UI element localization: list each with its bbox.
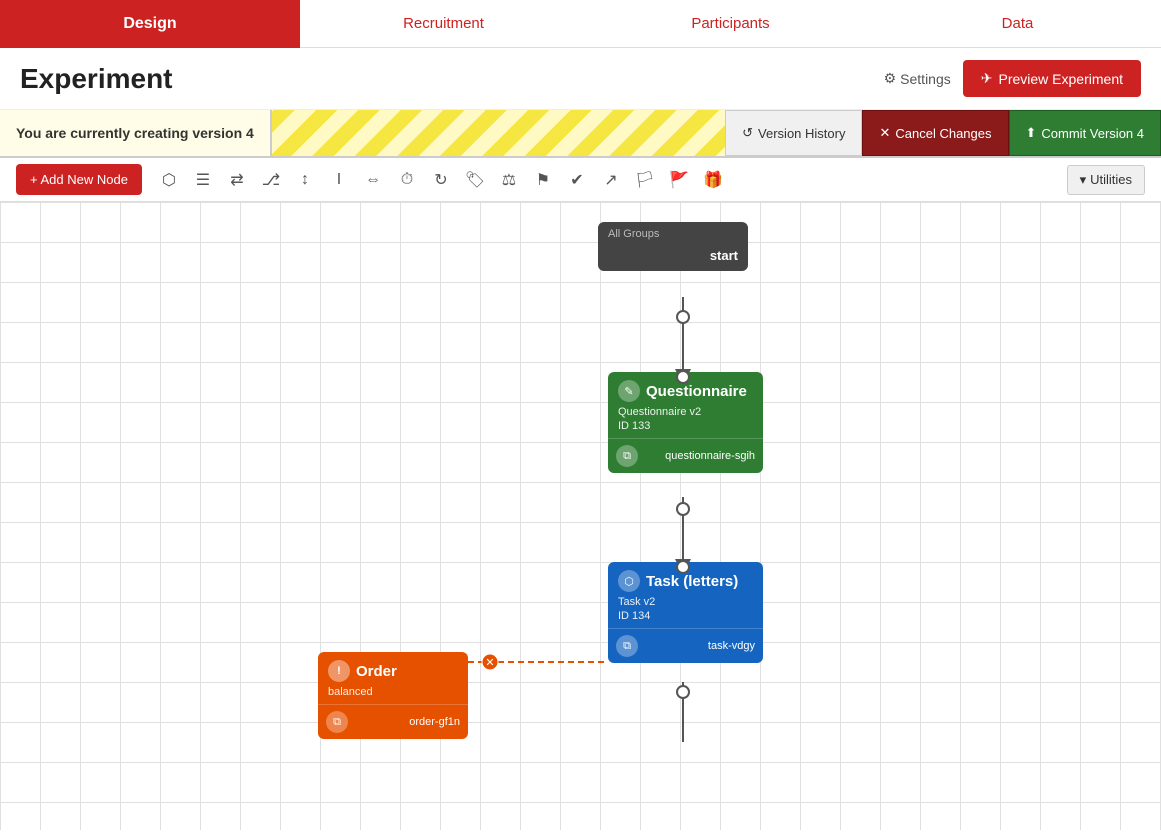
arrows-icon[interactable]: ⇔ (358, 165, 388, 195)
clock-icon[interactable]: ⏱ (392, 165, 422, 195)
nav-data[interactable]: Data (874, 15, 1161, 32)
nav-recruitment[interactable]: Recruitment (300, 15, 587, 32)
shuffle-icon[interactable]: ⇄ (222, 165, 252, 195)
settings-link[interactable]: ⚙ Settings (884, 70, 951, 87)
connectors-svg: ✕ (0, 202, 1161, 830)
start-node[interactable]: All Groups start (598, 222, 748, 271)
flag-filled-icon[interactable]: 🚩 (664, 165, 694, 195)
tag-icon[interactable]: 🏷 (460, 165, 490, 195)
header: Experiment ⚙ Settings ✈ Preview Experime… (0, 48, 1161, 110)
flag-icon[interactable]: 🏳 (630, 165, 660, 195)
task-node[interactable]: ⬡ Task (letters) Task v2 ID 134 ⧉ task-v… (608, 562, 763, 663)
external-icon[interactable]: ↗ (596, 165, 626, 195)
page-title: Experiment (20, 63, 884, 95)
version-banner: You are currently creating version 4 ↺ V… (0, 110, 1161, 158)
sort-icon[interactable]: ↕ (290, 165, 320, 195)
version-history-button[interactable]: ↺ Version History (725, 110, 862, 156)
order-icon: ! (328, 660, 350, 682)
utilities-button[interactable]: ▾ Utilities (1067, 165, 1145, 195)
text-icon[interactable]: I (324, 165, 354, 195)
send-icon: ✈ (981, 70, 993, 87)
upload-icon: ⬆ (1026, 125, 1037, 141)
flag-outline-icon[interactable]: ⚑ (528, 165, 558, 195)
top-nav: Design Recruitment Participants Data (0, 0, 1161, 48)
canvas: ✕ All Groups start ✎ Questionnaire Quest… (0, 202, 1161, 830)
task-icon: ⬡ (618, 570, 640, 592)
refresh-icon[interactable]: ↻ (426, 165, 456, 195)
gift-icon[interactable]: 🎁 (698, 165, 728, 195)
order-node[interactable]: ! Order balanced ⧉ order-gf1n (318, 652, 468, 739)
version-text: You are currently creating version 4 (0, 110, 272, 156)
toolbar: + Add New Node ⬡ ☰ ⇄ ⎇ ↕ I ⇔ ⏱ ↻ 🏷 ⚖ ⚑ ✔… (0, 158, 1161, 202)
commit-version-button[interactable]: ⬆ Commit Version 4 (1009, 110, 1161, 156)
preview-experiment-button[interactable]: ✈ Preview Experiment (963, 60, 1141, 97)
svg-text:✕: ✕ (485, 657, 494, 669)
copy-icon-o[interactable]: ⧉ (326, 711, 348, 733)
cancel-changes-button[interactable]: ✕ Cancel Changes (862, 110, 1008, 156)
task-top-connector (676, 560, 690, 574)
list-icon[interactable]: ☰ (188, 165, 218, 195)
history-icon: ↺ (742, 125, 753, 141)
copy-icon-t[interactable]: ⧉ (616, 635, 638, 657)
nav-participants[interactable]: Participants (587, 15, 874, 32)
q-bottom-connector (676, 502, 690, 516)
add-node-button[interactable]: + Add New Node (16, 164, 142, 195)
check-icon[interactable]: ✔ (562, 165, 592, 195)
scale-icon[interactable]: ⚖ (494, 165, 524, 195)
share-icon[interactable]: ⎇ (256, 165, 286, 195)
close-icon: ✕ (879, 125, 890, 141)
header-actions: ⚙ Settings ✈ Preview Experiment (884, 60, 1141, 97)
start-label: start (598, 244, 748, 271)
start-group-label: All Groups (608, 228, 659, 240)
dropdown-icon: ▾ (1080, 172, 1087, 188)
questionnaire-icon: ✎ (618, 380, 640, 402)
start-connector-dot (676, 310, 690, 324)
task-bottom-connector (676, 685, 690, 699)
questionnaire-node[interactable]: ✎ Questionnaire Questionnaire v2 ID 133 … (608, 372, 763, 473)
version-actions: ↺ Version History ✕ Cancel Changes ⬆ Com… (725, 110, 1161, 156)
cube-icon[interactable]: ⬡ (154, 165, 184, 195)
copy-icon-q[interactable]: ⧉ (616, 445, 638, 467)
q-top-connector (676, 370, 690, 384)
gear-icon: ⚙ (884, 70, 897, 87)
nav-design[interactable]: Design (0, 0, 300, 48)
